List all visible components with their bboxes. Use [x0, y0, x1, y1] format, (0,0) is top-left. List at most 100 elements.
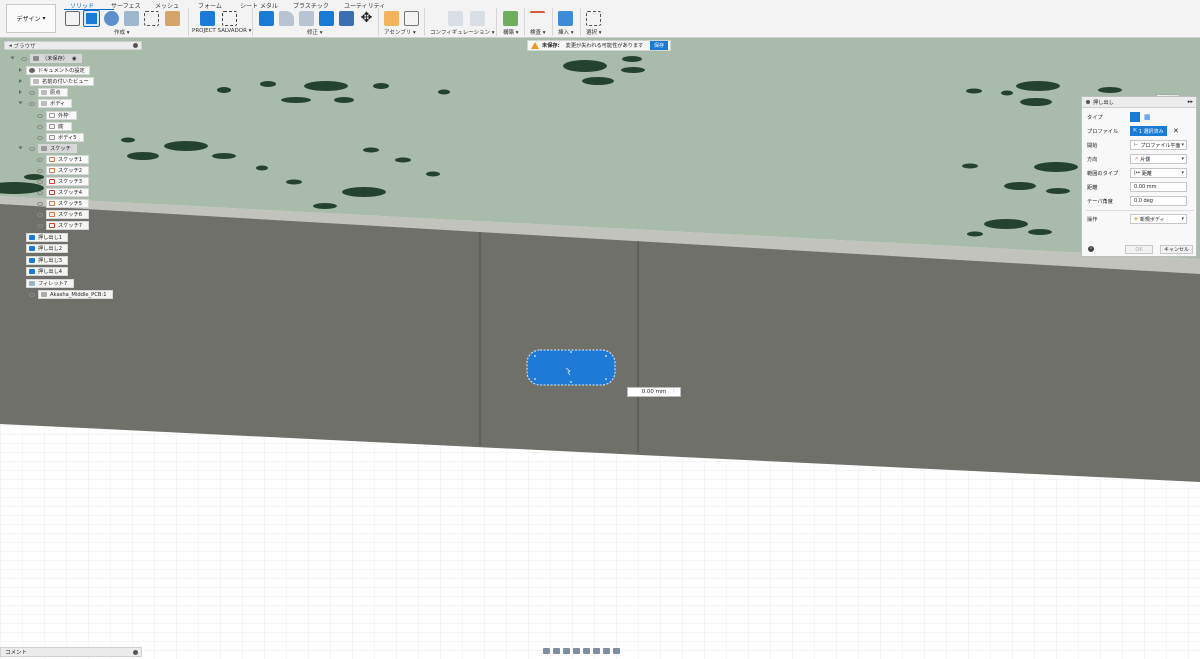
start-select[interactable]: ⊢ プロファイル平面: [1130, 140, 1187, 150]
group-construct[interactable]: 構築 ▾: [503, 28, 519, 36]
texture-icon[interactable]: [165, 11, 180, 26]
look-at-icon[interactable]: [553, 648, 560, 654]
cancel-button[interactable]: キャンセル: [1160, 245, 1193, 254]
orbit-icon[interactable]: [543, 648, 550, 654]
shell-icon[interactable]: [319, 11, 334, 26]
visibility-eye-icon[interactable]: [37, 191, 43, 195]
info-icon[interactable]: i: [1088, 246, 1094, 252]
visibility-eye-icon[interactable]: [29, 147, 35, 151]
combine-icon[interactable]: [339, 11, 354, 26]
visibility-eye-icon[interactable]: [29, 293, 35, 297]
expand-doc-settings-icon[interactable]: [19, 68, 22, 72]
joint-icon[interactable]: [404, 11, 419, 26]
tab-utility[interactable]: ユーティリティ: [344, 1, 385, 10]
insert-image-icon[interactable]: [558, 11, 573, 26]
project-icon[interactable]: [200, 11, 215, 26]
tree-item-origin[interactable]: 原点: [38, 88, 68, 97]
pin-icon[interactable]: [133, 650, 138, 655]
expand-origin-icon[interactable]: [19, 90, 22, 94]
tree-item-extrude4[interactable]: 押し出し4: [26, 267, 68, 276]
save-button[interactable]: 保存: [649, 41, 668, 50]
viewports-icon[interactable]: [613, 648, 620, 654]
operation-select[interactable]: ◈ 新規ボディ: [1130, 214, 1187, 224]
visibility-eye-icon[interactable]: [37, 158, 43, 162]
3d-viewport[interactable]: 後: [0, 38, 1200, 659]
tab-surface[interactable]: サーフェス: [111, 1, 141, 10]
tab-form[interactable]: フォーム: [198, 1, 222, 10]
dialog-header[interactable]: 押し出し ▸▸: [1082, 97, 1196, 108]
configure-icon[interactable]: [470, 11, 485, 26]
group-project[interactable]: PROJECT SALVADOR ▾: [192, 28, 251, 34]
select-icon[interactable]: [586, 11, 601, 26]
zoom-window-icon[interactable]: [583, 648, 590, 654]
visibility-eye-icon[interactable]: [37, 213, 43, 217]
ok-button[interactable]: OK: [1125, 245, 1153, 254]
distance-input[interactable]: 0.00 mm: [1130, 182, 1187, 192]
tree-item-extrude2[interactable]: 押し出し2: [26, 244, 68, 253]
workspace-switcher[interactable]: デザイン ▾: [6, 4, 56, 33]
group-assemble[interactable]: アセンブリ ▾: [384, 28, 416, 36]
group-inspect[interactable]: 検査 ▾: [530, 28, 546, 36]
selected-profile[interactable]: [526, 349, 616, 386]
expand-bodies-icon[interactable]: [18, 101, 23, 105]
new-component-icon[interactable]: [384, 11, 399, 26]
model-scene[interactable]: [0, 38, 1200, 659]
tree-item-body5[interactable]: ボディ5: [46, 133, 84, 142]
tree-item-sketch1[interactable]: スケッチ1: [46, 155, 89, 164]
comments-panel-header[interactable]: コメント: [0, 647, 142, 657]
pan-icon[interactable]: [563, 648, 570, 654]
loft-icon[interactable]: [144, 11, 159, 26]
revolve-icon[interactable]: [104, 11, 119, 26]
thin-extrude-icon[interactable]: ▦: [1143, 112, 1153, 122]
visibility-eye-icon[interactable]: [37, 224, 43, 228]
tab-plastic[interactable]: プラスチック: [293, 1, 329, 10]
press-pull-icon[interactable]: [259, 11, 274, 26]
extent-select[interactable]: |↔ 距離: [1130, 168, 1187, 178]
visibility-eye-icon[interactable]: [37, 125, 43, 129]
tab-sheet-metal[interactable]: シート メタル: [240, 1, 278, 10]
visibility-eye-icon[interactable]: [29, 102, 35, 106]
browser-panel-header[interactable]: ◂ ブラウザ: [4, 41, 142, 50]
tree-item-named-views[interactable]: 名前の付いたビュー: [30, 77, 94, 86]
fillet-icon[interactable]: [279, 11, 294, 26]
visibility-eye-icon[interactable]: [37, 180, 43, 184]
chamfer-icon[interactable]: [299, 11, 314, 26]
dialog-collapse-icon[interactable]: [1086, 100, 1090, 104]
group-select[interactable]: 選択 ▾: [586, 28, 602, 36]
direction-select[interactable]: ↗ 片側: [1130, 154, 1187, 164]
tree-item-pcb-component[interactable]: Akasha_Middle_PCB:1: [38, 290, 113, 299]
tree-item-sketch5[interactable]: スケッチ5: [46, 199, 89, 208]
extrude-type-icon[interactable]: [1130, 112, 1140, 122]
clear-selection-icon[interactable]: ✕: [1173, 127, 1179, 135]
pin-icon[interactable]: [133, 43, 138, 48]
tree-item-document-settings[interactable]: ドキュメントの設定: [26, 66, 90, 75]
move-icon[interactable]: ✥: [359, 11, 374, 26]
visibility-eye-icon[interactable]: [21, 57, 27, 61]
tree-item-extrude1[interactable]: 押し出し1: [26, 233, 68, 242]
more-options-icon[interactable]: ⋮: [671, 389, 677, 395]
expand-sketches-icon[interactable]: [18, 146, 23, 150]
tree-item-body-outer[interactable]: 外枠: [46, 111, 77, 120]
tree-item-fillet7[interactable]: フィレット7: [26, 279, 74, 288]
create-sketch-icon[interactable]: [65, 11, 80, 26]
visibility-eye-icon[interactable]: [29, 91, 35, 95]
tree-item-sketch3[interactable]: スケッチ3: [46, 177, 89, 186]
tree-item-bodies[interactable]: ボディ: [38, 99, 72, 108]
group-configure[interactable]: コンフィギュレーション ▾: [430, 28, 495, 36]
zoom-icon[interactable]: [573, 648, 580, 654]
display-settings-icon[interactable]: [593, 648, 600, 654]
tree-item-sketches[interactable]: スケッチ: [38, 144, 77, 153]
taper-input[interactable]: 0.0 deg: [1130, 196, 1187, 206]
visibility-eye-icon[interactable]: [37, 202, 43, 206]
sweep-icon[interactable]: [124, 11, 139, 26]
visibility-eye-icon[interactable]: [37, 136, 43, 140]
extrude-tool-icon[interactable]: [83, 10, 100, 27]
measure-icon[interactable]: [530, 11, 545, 26]
project-sketch-icon[interactable]: [222, 11, 237, 26]
tree-root[interactable]: （未保存） ◉: [30, 54, 82, 63]
visibility-eye-icon[interactable]: [37, 169, 43, 173]
active-radio-icon[interactable]: ◉: [72, 56, 77, 62]
distance-manipulator-input[interactable]: 0.00 mm ⋮: [627, 387, 681, 397]
group-create[interactable]: 作成 ▾: [114, 28, 130, 36]
tree-item-sketch7[interactable]: スケッチ7: [46, 221, 89, 230]
